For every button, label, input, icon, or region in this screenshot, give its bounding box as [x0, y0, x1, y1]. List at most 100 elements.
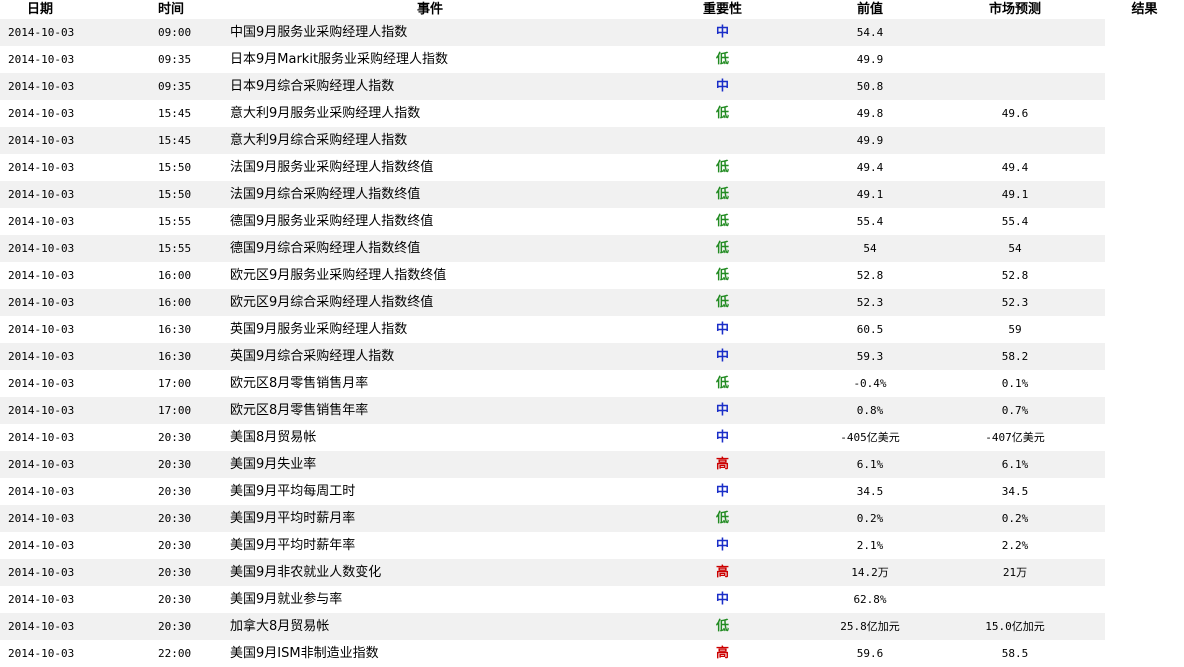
cell-importance: 低: [630, 505, 815, 532]
cell-previous: 49.9: [815, 46, 925, 73]
table-row: 2014-10-03 20:30 美国9月平均时薪月率低 0.2% 0.2%: [0, 505, 1184, 532]
cell-event: 美国9月就业参与率: [230, 586, 630, 613]
cell-event: 美国9月失业率: [230, 451, 630, 478]
cell-date: 2014-10-03: [0, 397, 150, 424]
cell-forecast: [925, 19, 1105, 46]
cell-event: 德国9月综合采购经理人指数终值: [230, 235, 630, 262]
cell-forecast: 21万: [925, 559, 1105, 586]
cell-result: [1105, 478, 1184, 505]
table-body: 2014-10-03 09:00 中国9月服务业采购经理人指数中 54.4 2014-1…: [0, 19, 1184, 667]
cell-result: [1105, 154, 1184, 181]
cell-forecast: 58.2: [925, 343, 1105, 370]
cell-forecast: 52.3: [925, 289, 1105, 316]
table-row: 2014-10-03 15:50 法国9月综合采购经理人指数终值低 49.1 49.1: [0, 181, 1184, 208]
cell-date: 2014-10-03: [0, 586, 150, 613]
cell-time: 09:35: [150, 73, 230, 100]
cell-date: 2014-10-03: [0, 262, 150, 289]
header-event: 事件: [230, 0, 630, 19]
cell-forecast: 54: [925, 235, 1105, 262]
cell-importance: 中: [630, 532, 815, 559]
cell-forecast: 6.1%: [925, 451, 1105, 478]
cell-result: [1105, 289, 1184, 316]
cell-time: 15:55: [150, 208, 230, 235]
cell-event: 意大利9月服务业采购经理人指数: [230, 100, 630, 127]
cell-previous: 49.9: [815, 127, 925, 154]
table-row: 2014-10-03 09:35 日本9月综合采购经理人指数中 50.8: [0, 73, 1184, 100]
header-forecast: 市场预测: [925, 0, 1105, 19]
cell-time: 20:30: [150, 424, 230, 451]
table-row: 2014-10-03 09:00 中国9月服务业采购经理人指数中 54.4: [0, 19, 1184, 46]
cell-time: 22:00: [150, 640, 230, 667]
table-row: 2014-10-03 20:30 美国9月失业率高 6.1% 6.1%: [0, 451, 1184, 478]
table-row: 2014-10-03 15:45 意大利9月综合采购经理人指数 49.9: [0, 127, 1184, 154]
header-previous: 前值: [815, 0, 925, 19]
cell-importance: 低: [630, 100, 815, 127]
cell-importance: 低: [630, 289, 815, 316]
cell-event: 英国9月综合采购经理人指数: [230, 343, 630, 370]
cell-previous: 59.6: [815, 640, 925, 667]
cell-previous: 25.8亿加元: [815, 613, 925, 640]
table-row: 2014-10-03 17:00 欧元区8月零售销售月率低 -0.4% 0.1%: [0, 370, 1184, 397]
cell-importance: 中: [630, 478, 815, 505]
cell-time: 16:00: [150, 262, 230, 289]
cell-date: 2014-10-03: [0, 181, 150, 208]
cell-result: [1105, 397, 1184, 424]
cell-previous: 50.8: [815, 73, 925, 100]
cell-importance: 中: [630, 424, 815, 451]
cell-result: [1105, 640, 1184, 667]
economic-calendar-table: 日期 时间 事件 重要性 前值 市场预测 结果 2014-10-03 09:00 中…: [0, 0, 1184, 667]
cell-importance: 低: [630, 235, 815, 262]
header-time: 时间: [150, 0, 230, 19]
cell-importance: 低: [630, 181, 815, 208]
cell-date: 2014-10-03: [0, 289, 150, 316]
cell-result: [1105, 451, 1184, 478]
header-importance: 重要性: [630, 0, 815, 19]
cell-date: 2014-10-03: [0, 73, 150, 100]
cell-forecast: 0.2%: [925, 505, 1105, 532]
table-row: 2014-10-03 20:30 美国8月贸易帐中 -405亿美元 -407亿美元: [0, 424, 1184, 451]
table-row: 2014-10-03 09:35 日本9月Markit服务业采购经理人指数低 49.9: [0, 46, 1184, 73]
table-row: 2014-10-03 16:30 英国9月服务业采购经理人指数中 60.5 59: [0, 316, 1184, 343]
cell-time: 16:30: [150, 343, 230, 370]
cell-time: 20:30: [150, 532, 230, 559]
cell-importance: 高: [630, 640, 815, 667]
cell-time: 15:45: [150, 100, 230, 127]
cell-date: 2014-10-03: [0, 127, 150, 154]
table-header-row: 日期 时间 事件 重要性 前值 市场预测 结果: [0, 0, 1184, 19]
cell-previous: -0.4%: [815, 370, 925, 397]
cell-forecast: 2.2%: [925, 532, 1105, 559]
cell-date: 2014-10-03: [0, 316, 150, 343]
cell-time: 15:50: [150, 181, 230, 208]
table-row: 2014-10-03 17:00 欧元区8月零售销售年率中 0.8% 0.7%: [0, 397, 1184, 424]
cell-date: 2014-10-03: [0, 343, 150, 370]
cell-previous: 52.8: [815, 262, 925, 289]
cell-event: 欧元区9月综合采购经理人指数终值: [230, 289, 630, 316]
cell-importance: 低: [630, 154, 815, 181]
cell-previous: 62.8%: [815, 586, 925, 613]
cell-time: 20:30: [150, 451, 230, 478]
table-row: 2014-10-03 20:30 美国9月就业参与率中 62.8%: [0, 586, 1184, 613]
cell-event: 法国9月服务业采购经理人指数终值: [230, 154, 630, 181]
cell-result: [1105, 370, 1184, 397]
cell-time: 20:30: [150, 505, 230, 532]
cell-forecast: -407亿美元: [925, 424, 1105, 451]
cell-date: 2014-10-03: [0, 46, 150, 73]
cell-date: 2014-10-03: [0, 451, 150, 478]
cell-result: [1105, 613, 1184, 640]
table-row: 2014-10-03 15:50 法国9月服务业采购经理人指数终值低 49.4 49.4: [0, 154, 1184, 181]
cell-result: [1105, 559, 1184, 586]
cell-forecast: 59: [925, 316, 1105, 343]
cell-forecast: [925, 586, 1105, 613]
cell-importance: 中: [630, 586, 815, 613]
cell-date: 2014-10-03: [0, 370, 150, 397]
cell-time: 15:45: [150, 127, 230, 154]
cell-time: 16:00: [150, 289, 230, 316]
cell-event: 中国9月服务业采购经理人指数: [230, 19, 630, 46]
cell-event: 美国8月贸易帐: [230, 424, 630, 451]
cell-result: [1105, 586, 1184, 613]
cell-importance: 中: [630, 397, 815, 424]
cell-importance: 低: [630, 262, 815, 289]
cell-forecast: 34.5: [925, 478, 1105, 505]
cell-event: 法国9月综合采购经理人指数终值: [230, 181, 630, 208]
cell-result: [1105, 343, 1184, 370]
